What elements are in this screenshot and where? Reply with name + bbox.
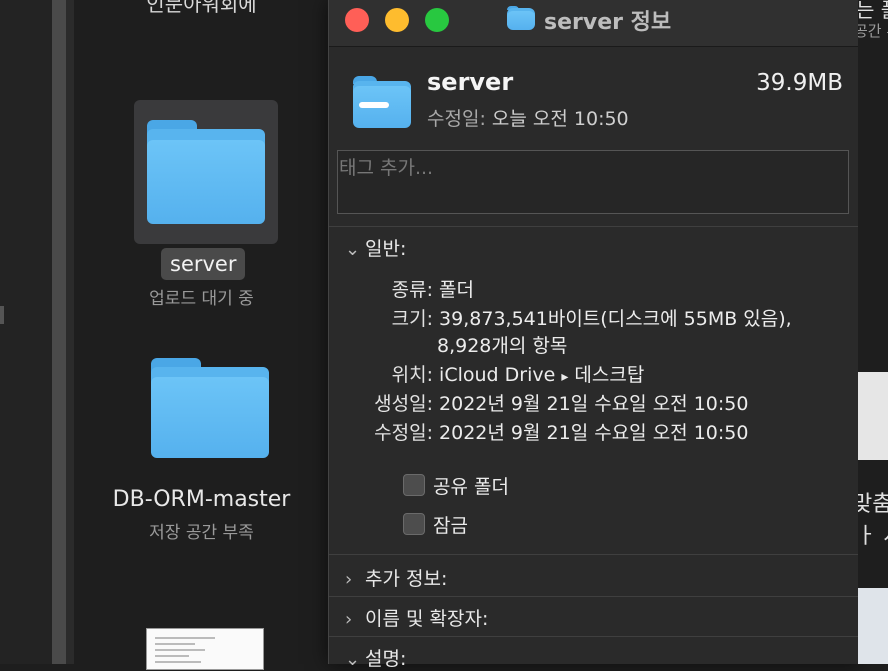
server-folder-name[interactable]: server — [161, 248, 246, 280]
title-bar[interactable]: server 정보 — [329, 0, 859, 47]
window-border — [66, 0, 74, 664]
desktop-item-label-top[interactable]: 인문아워회에 — [74, 0, 329, 17]
where-key: 위치: — [391, 364, 433, 386]
db-orm-folder-name[interactable]: DB-ORM-master — [74, 487, 329, 512]
db-orm-folder-icon[interactable] — [151, 358, 269, 458]
created-key: 생성일: — [374, 393, 433, 415]
path-arrow-icon: ▸ — [561, 369, 569, 385]
chevron-right-icon: › — [345, 609, 353, 630]
divider — [329, 596, 859, 597]
kind-value: 폴더 — [439, 279, 475, 301]
size-value: 39,873,541바이트(디스크에 55MB 있음), — [439, 308, 792, 330]
section-more-info-label: 추가 정보: — [365, 568, 448, 590]
where-value-suffix: 데스크탑 — [574, 364, 645, 386]
modified-key: 수정일: — [427, 108, 486, 130]
item-size: 39.9MB — [756, 70, 843, 96]
section-comments[interactable]: ⌄ 설명: — [345, 644, 406, 671]
shared-folder-label[interactable]: 공유 폴더 — [433, 472, 509, 499]
created-value: 2022년 9월 21일 수요일 오전 10:50 — [439, 393, 749, 415]
section-general-label: 일반: — [365, 238, 407, 260]
section-name-extension-label: 이름 및 확장자: — [365, 608, 489, 630]
zoom-button[interactable] — [425, 8, 449, 32]
window-divider — [52, 0, 66, 664]
section-general[interactable]: ⌄ 일반: — [345, 234, 406, 261]
kind-row: 종류: 폴더 — [363, 275, 474, 302]
item-modified: 수정일: 오늘 오전 10:50 — [427, 104, 629, 131]
locked-label[interactable]: 잠금 — [433, 511, 468, 538]
tags-field[interactable] — [337, 150, 849, 214]
header-folder-icon — [353, 76, 411, 128]
get-info-window: server 정보 server 39.9MB 수정일: 오늘 오전 10:50… — [328, 0, 860, 670]
modified-row-value: 2022년 9월 21일 수요일 오전 10:50 — [439, 422, 749, 444]
section-comments-label: 설명: — [365, 648, 407, 670]
chevron-down-icon: ⌄ — [345, 649, 361, 670]
modified-row: 수정일: 2022년 9월 21일 수요일 오전 10:50 — [363, 418, 748, 445]
left-sidebar-edge — [0, 0, 52, 664]
right-background-window: 는 폴 공간 부 맞춤 ㅏ 시 — [858, 0, 888, 664]
desktop-area: 인문아워회에 server 업로드 대기 중 DB-ORM-master 저장 … — [74, 0, 329, 670]
divider — [329, 226, 859, 227]
where-row: 위치: iCloud Drive ▸ 데스크탑 — [363, 360, 645, 387]
window-title: server 정보 — [544, 10, 672, 35]
created-row: 생성일: 2022년 9월 21일 수요일 오전 10:50 — [363, 389, 748, 416]
size-row: 크기: 39,873,541바이트(디스크에 55MB 있음), — [363, 304, 792, 331]
modified-row-key: 수정일: — [374, 422, 433, 444]
locked-checkbox[interactable] — [403, 513, 425, 535]
kind-key: 종류: — [391, 279, 433, 301]
tags-input[interactable] — [338, 151, 849, 183]
minimize-button[interactable] — [385, 8, 409, 32]
db-orm-folder-status: 저장 공간 부족 — [149, 523, 254, 543]
server-folder-status: 업로드 대기 중 — [149, 289, 254, 309]
divider — [329, 554, 859, 555]
divider — [329, 636, 859, 637]
right-thumbnail-2 — [858, 588, 888, 664]
close-button[interactable] — [345, 8, 369, 32]
size-key: 크기: — [391, 308, 433, 330]
chevron-right-icon: › — [345, 569, 353, 590]
item-name: server — [427, 68, 514, 96]
title-folder-icon — [507, 6, 535, 30]
size-items: 8,928개의 항목 — [437, 335, 568, 357]
right-text-3: 맞춤 — [858, 492, 888, 517]
right-text-4: ㅏ 시 — [858, 524, 888, 549]
server-folder-icon[interactable] — [147, 120, 265, 224]
section-more-info[interactable]: › 추가 정보: — [345, 564, 447, 591]
chevron-down-icon: ⌄ — [345, 239, 361, 260]
where-value-prefix: iCloud Drive — [439, 364, 556, 386]
shared-folder-checkbox[interactable] — [403, 474, 425, 496]
sidebar-edge-mark — [0, 306, 4, 324]
right-text-2: 공간 부 — [858, 22, 888, 40]
section-name-extension[interactable]: › 이름 및 확장자: — [345, 604, 488, 631]
modified-value: 오늘 오전 10:50 — [491, 108, 629, 130]
right-thumbnail — [858, 372, 888, 460]
